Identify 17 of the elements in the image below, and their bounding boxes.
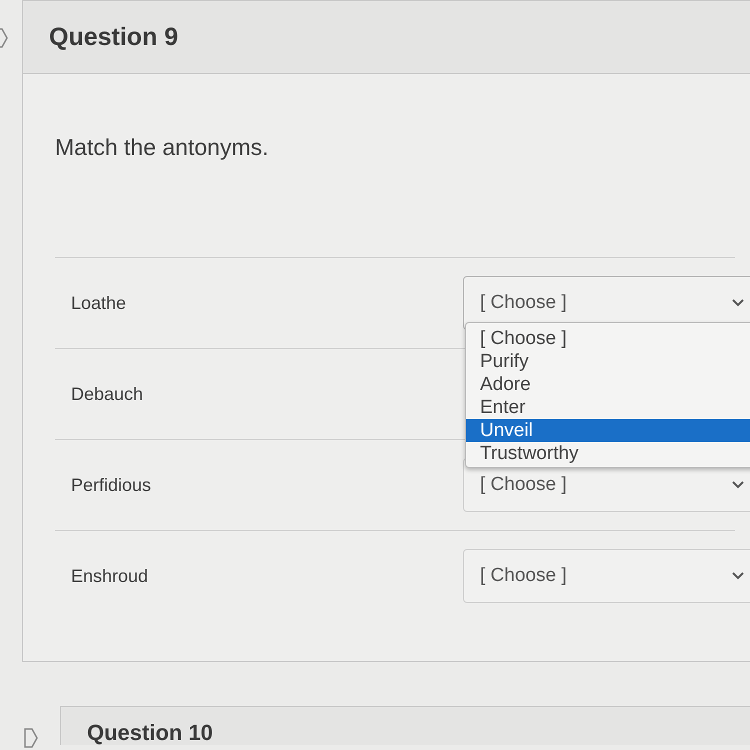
flag-icon[interactable] [24,728,38,748]
question-title: Question 10 [87,721,213,745]
term-label: Debauch [70,384,144,404]
dropdown-option[interactable]: Purify [466,350,750,373]
dropdown-option[interactable]: Enter [466,396,750,419]
term-label: Enshroud [70,566,148,586]
chevron-icon [732,572,744,580]
dropdown-option[interactable]: Adore [466,373,750,396]
chevron-icon [732,481,744,489]
question-title: Question 9 [49,22,178,52]
answer-dropdown[interactable]: [ Choose ] [463,549,750,603]
term-label: Loathe [70,292,126,314]
question-prompt: Match the antonyms. [55,134,270,161]
chevron-icon [732,299,744,307]
term-label: Perfidious [70,474,152,496]
dropdown-option[interactable]: Unveil [466,419,750,442]
dropdown-option[interactable]: [ Choose ] [466,327,750,350]
